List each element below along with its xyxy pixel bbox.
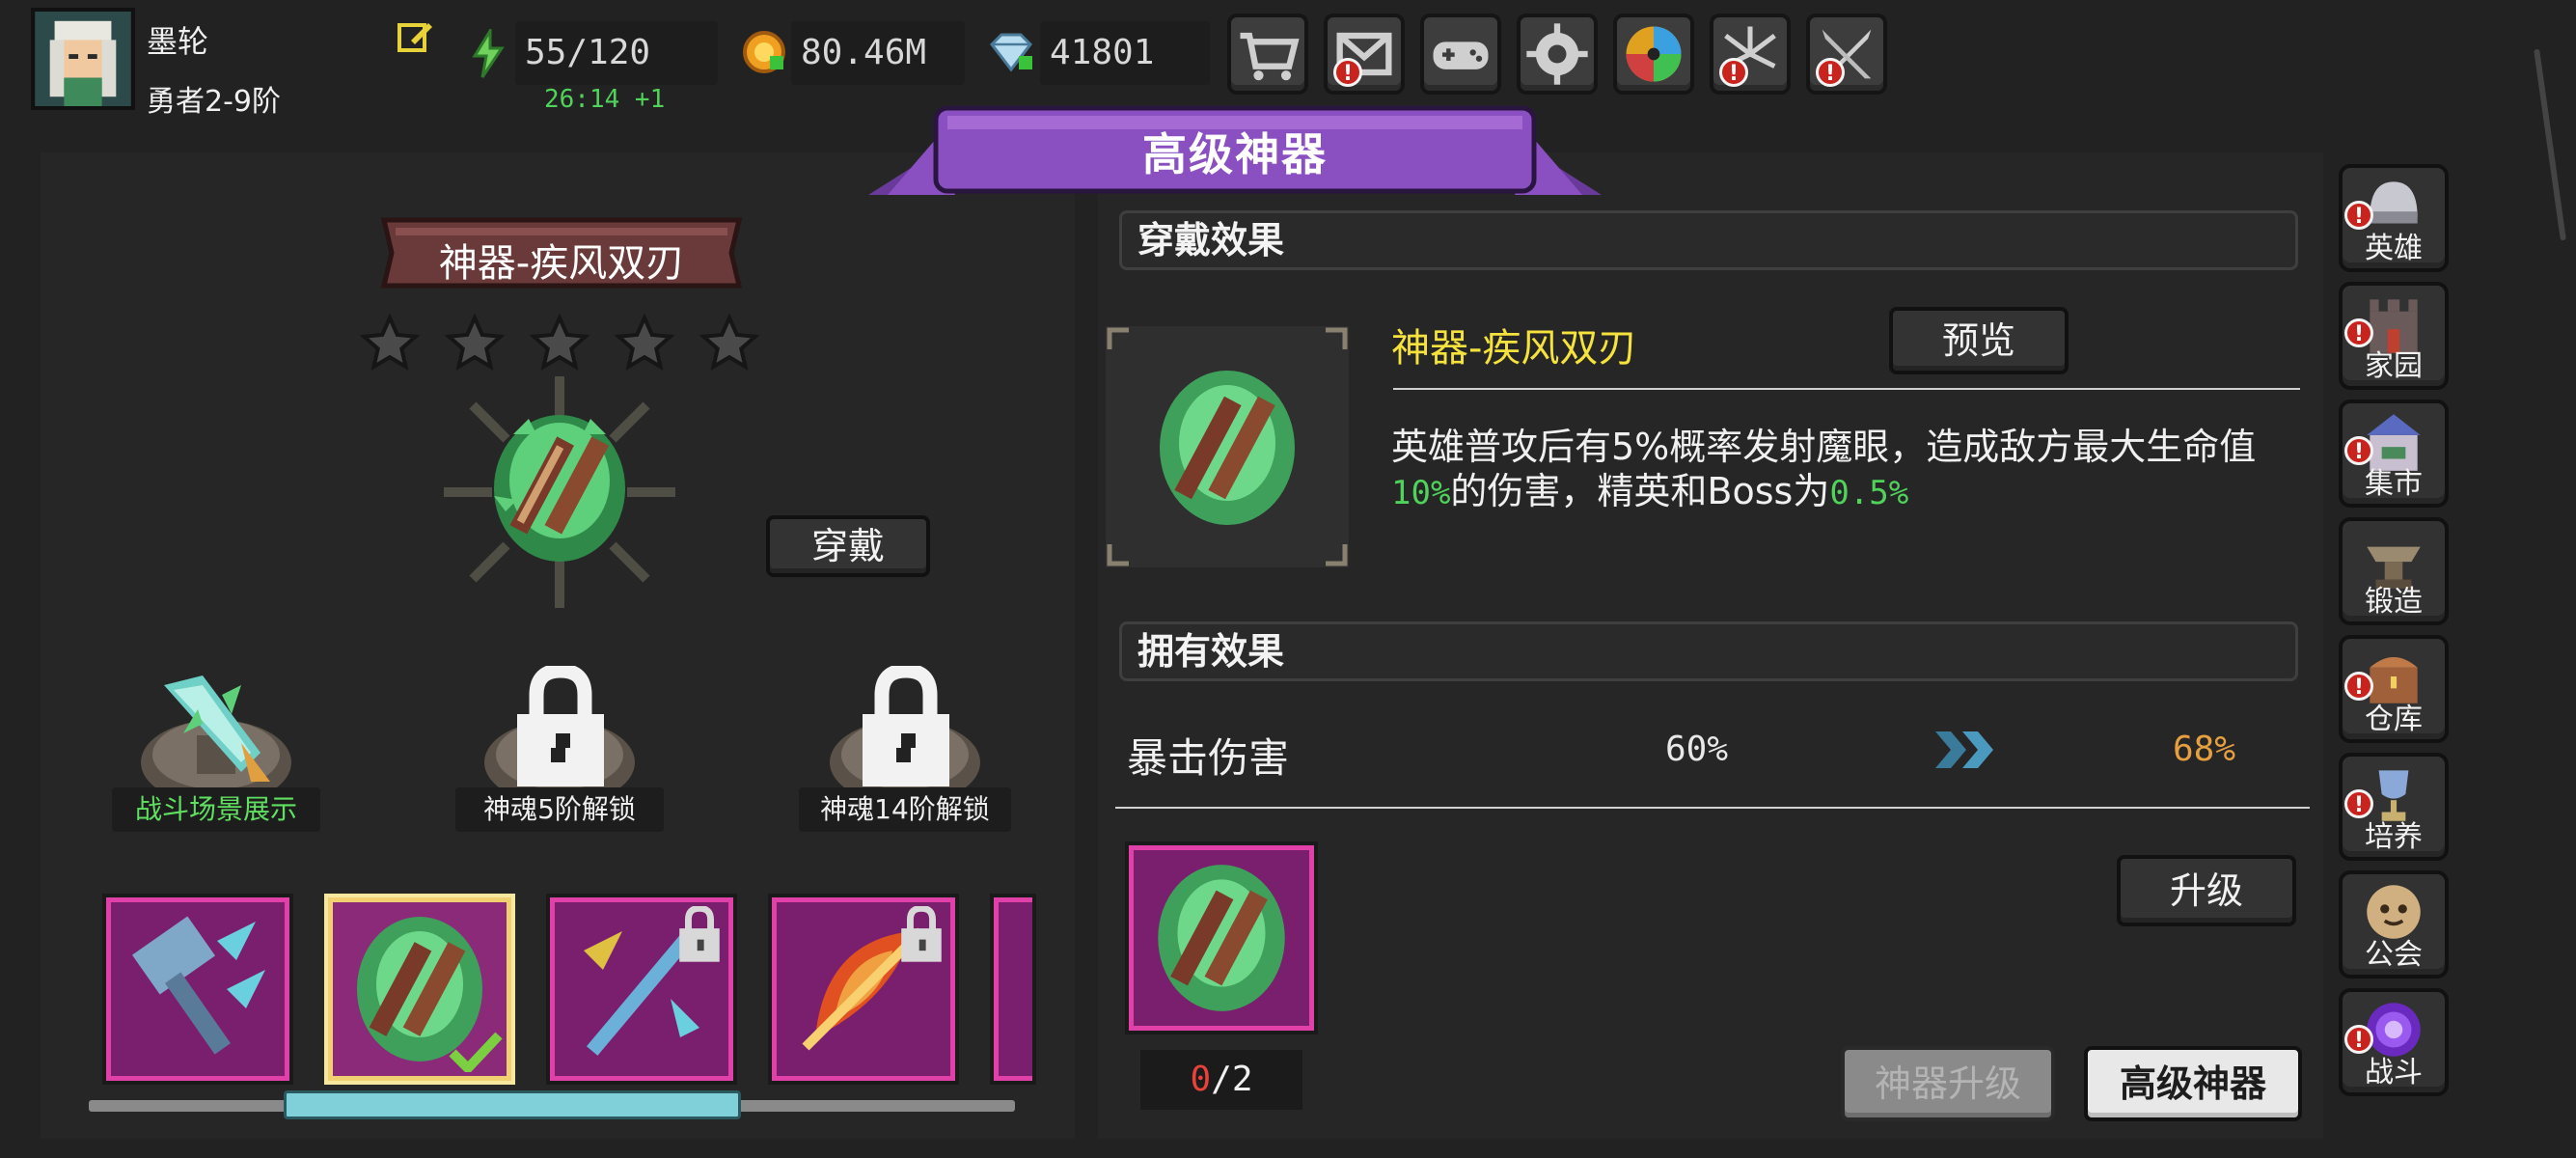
rating-star-icon xyxy=(529,313,590,374)
wheel-button[interactable] xyxy=(1613,14,1694,95)
artifact-upgrade-button[interactable]: 神器升级 xyxy=(1841,1046,2055,1121)
wear-effect-desc-line2: 10%的伤害，精英和Boss为0.5% xyxy=(1391,461,1908,514)
sidebar-item-label: 公会 xyxy=(2365,938,2423,972)
player-avatar[interactable] xyxy=(31,8,135,110)
sidebar-item-helmet[interactable]: ! 英雄 xyxy=(2339,164,2449,272)
fireworks-alert-icon: ! xyxy=(1719,58,1748,87)
edit-name-icon[interactable] xyxy=(396,17,434,56)
sidebar-item-label: 集市 xyxy=(2365,467,2423,501)
sidebar-item-castle[interactable]: ! 家园 xyxy=(2339,282,2449,390)
wear-effect-header: 穿戴效果 xyxy=(1119,210,2298,270)
artifact-slot-fire-bow[interactable] xyxy=(768,894,959,1085)
artifact-slot-twin-blades[interactable] xyxy=(324,894,515,1085)
pedestal-label-2: 神魂14阶解锁 xyxy=(799,787,1011,832)
sidebar-item-guild[interactable]: 公会 xyxy=(2339,870,2449,979)
wear-effect-value-elite: 0.5% xyxy=(1829,474,1909,512)
mail-alert-icon: ! xyxy=(1333,58,1362,87)
preview-button[interactable]: 预览 xyxy=(1889,307,2069,374)
upgrade-material-slot[interactable] xyxy=(1125,841,1318,1034)
slot-lock-icon xyxy=(674,904,725,964)
own-effect-current: 60% xyxy=(1665,730,1729,769)
own-effect-next: 68% xyxy=(2173,730,2236,769)
pedestal-label-0: 战斗场景展示 xyxy=(112,787,320,832)
artifact-slot-partial[interactable] xyxy=(990,894,1036,1085)
rating-star-icon xyxy=(359,313,421,374)
sidebar-item-label: 战斗 xyxy=(2365,1056,2423,1089)
artifact-title: 神器-疾风双刃 xyxy=(438,241,685,286)
sidebar-item-label: 家园 xyxy=(2365,349,2423,383)
sidebar-item-label: 英雄 xyxy=(2365,232,2423,265)
advanced-artifact-button[interactable]: 高级神器 xyxy=(2084,1046,2302,1121)
energy-icon xyxy=(467,25,509,79)
twin-blades-icon xyxy=(1158,865,1285,1011)
twin-blades-icon xyxy=(482,396,637,569)
wear-effect-value-normal: 10% xyxy=(1391,474,1451,512)
scene-blade-icon xyxy=(154,666,280,791)
arrow-right-icon xyxy=(1932,728,2001,772)
slot-scrollbar-thumb[interactable] xyxy=(284,1090,741,1119)
sidebar-item-label: 仓库 xyxy=(2365,703,2423,736)
wear-effect-desc-mid: 的伤害，精英和Boss为 xyxy=(1450,470,1830,512)
equip-button[interactable]: 穿戴 xyxy=(766,515,930,577)
gems-value: 41801 xyxy=(1040,21,1210,85)
hammer-icon xyxy=(131,916,265,1055)
gamepad-button[interactable] xyxy=(1420,14,1501,95)
rating-star-icon xyxy=(444,313,506,374)
scroll-indicator xyxy=(2534,48,2566,241)
sidebar-item-label: 锻造 xyxy=(2365,585,2423,619)
wear-effect-item-frame xyxy=(1106,326,1349,567)
own-effect-stat-name: 暴击伤害 xyxy=(1127,734,1290,782)
lock-icon xyxy=(853,663,959,791)
page-title: 高级神器 xyxy=(1142,128,1328,180)
wear-effect-name: 神器-疾风双刃 xyxy=(1391,326,1637,371)
avatar-portrait-icon xyxy=(36,12,130,106)
settings-button[interactable] xyxy=(1517,14,1598,95)
sidebar-item-portal[interactable]: ! 战斗 xyxy=(2339,988,2449,1096)
wheel-icon xyxy=(1626,26,1682,82)
artifact-slot-hammer[interactable] xyxy=(102,894,293,1085)
selected-check-icon xyxy=(449,1030,503,1076)
energy-value: 55/120 xyxy=(515,21,718,85)
sidebar-item-trophy[interactable]: ! 培养 xyxy=(2339,753,2449,861)
shop-icon xyxy=(1240,32,1300,81)
slot-lock-icon xyxy=(896,904,946,964)
rating-star-icon xyxy=(614,313,675,374)
pedestal-label-1: 神魂5阶解锁 xyxy=(455,787,664,832)
gold-value: 80.46M xyxy=(791,21,965,85)
battle-alert-icon: ! xyxy=(1816,58,1845,87)
settings-icon xyxy=(1526,23,1588,85)
mail-button[interactable]: ! xyxy=(1324,14,1405,95)
own-effect-header: 拥有效果 xyxy=(1119,621,2298,681)
count-have: 0 xyxy=(1190,1060,1212,1099)
rating-star-icon xyxy=(699,313,760,374)
lock-icon xyxy=(507,663,614,791)
upgrade-material-count: 0/2 xyxy=(1140,1050,1302,1110)
player-name: 墨轮 xyxy=(147,23,209,60)
gamepad-icon xyxy=(1433,41,1489,69)
battle-button[interactable]: ! xyxy=(1806,14,1887,95)
energy-timer: 26:14 +1 xyxy=(544,85,666,114)
artifact-slot-trident[interactable] xyxy=(546,894,737,1085)
gem-icon xyxy=(988,33,1034,73)
shop-button[interactable] xyxy=(1227,14,1308,95)
gold-icon xyxy=(743,31,785,73)
twin-blades-icon xyxy=(1160,371,1295,525)
sidebar-item-anvil[interactable]: 锻造 xyxy=(2339,517,2449,625)
fireworks-button[interactable]: ! xyxy=(1710,14,1791,95)
upgrade-button[interactable]: 升级 xyxy=(2117,855,2296,926)
sidebar-item-chest[interactable]: ! 仓库 xyxy=(2339,635,2449,743)
count-sep: / xyxy=(1211,1060,1232,1099)
own-effect-divider xyxy=(1115,807,2310,809)
sidebar-item-market[interactable]: ! 集市 xyxy=(2339,400,2449,508)
sidebar-item-label: 培养 xyxy=(2365,820,2423,854)
wear-effect-divider xyxy=(1393,388,2300,390)
count-need: 2 xyxy=(1231,1060,1253,1099)
player-rank: 勇者2-9阶 xyxy=(147,85,281,119)
